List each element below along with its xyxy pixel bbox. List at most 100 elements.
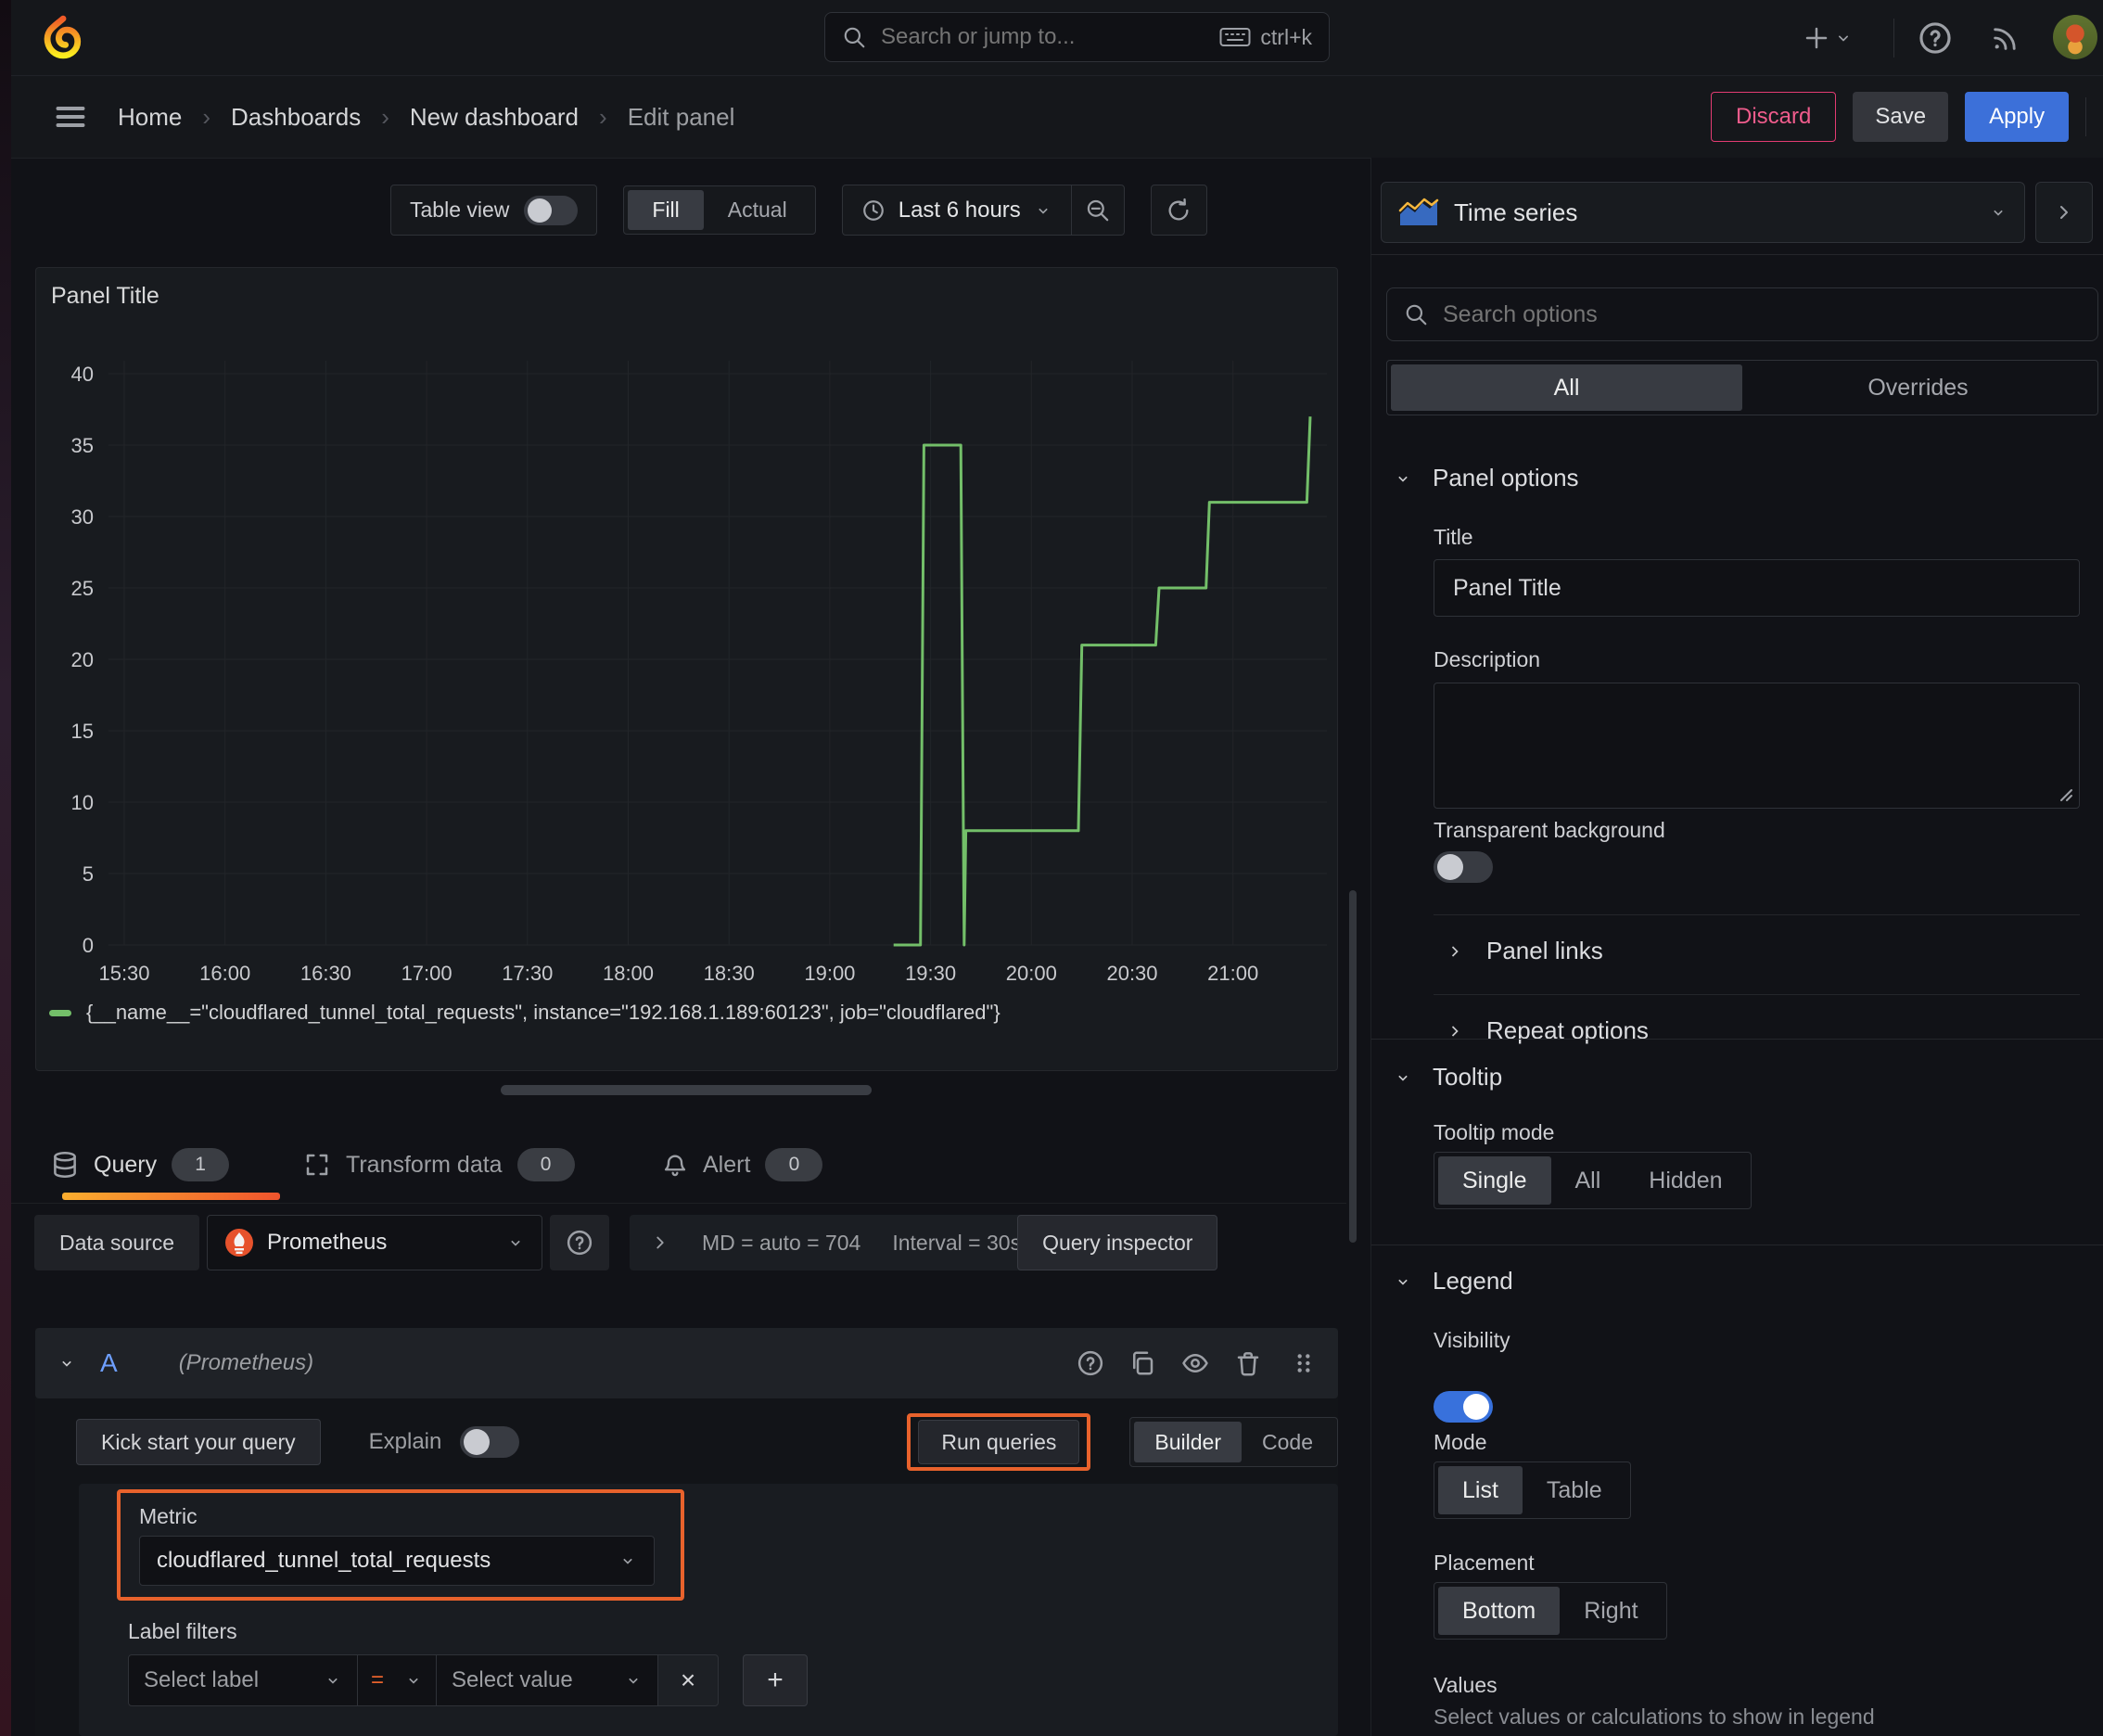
query-row-header[interactable]: A (Prometheus) [35, 1328, 1338, 1398]
actual-option[interactable]: Actual [704, 190, 811, 230]
delete-query-icon[interactable] [1234, 1349, 1262, 1377]
placement-switch: Bottom Right [1434, 1582, 1667, 1640]
tooltip-mode-hidden[interactable]: Hidden [1625, 1156, 1746, 1205]
section-panel-links[interactable]: Panel links [1446, 937, 1603, 965]
toggle-visibility-icon[interactable] [1180, 1349, 1210, 1377]
remove-filter-button[interactable]: × [657, 1654, 719, 1706]
legend-series-label[interactable]: {__name__="cloudflared_tunnel_total_requ… [86, 1001, 1001, 1025]
query-editor-card: A (Prometheus) Kick start your query Exp… [35, 1328, 1338, 1736]
pane-resizer-handle[interactable] [501, 1085, 872, 1095]
breadcrumb-new-dashboard[interactable]: New dashboard [410, 103, 579, 132]
discard-button[interactable]: Discard [1711, 92, 1837, 142]
viz-picker-value: Time series [1454, 198, 1578, 226]
kick-start-button[interactable]: Kick start your query [76, 1419, 321, 1465]
code-option[interactable]: Code [1242, 1422, 1333, 1462]
tab-all[interactable]: All [1391, 364, 1742, 411]
add-filter-button[interactable]: + [743, 1654, 808, 1706]
options-search[interactable] [1386, 287, 2098, 341]
query-help-icon[interactable] [1077, 1349, 1104, 1377]
global-search[interactable]: ctrl+k [824, 12, 1330, 62]
legend-mode-table[interactable]: Table [1523, 1466, 1626, 1514]
section-divider [1371, 1039, 2103, 1040]
help-icon[interactable] [1918, 20, 1953, 56]
annotation-box-run-queries: Run queries [907, 1413, 1091, 1471]
builder-code-switch: Builder Code [1129, 1417, 1338, 1467]
select-label-dropdown[interactable]: Select label [128, 1654, 358, 1706]
time-range-picker[interactable]: Last 6 hours [843, 185, 1071, 235]
options-search-input[interactable] [1441, 300, 2081, 329]
query-inspector-button[interactable]: Query inspector [1017, 1215, 1218, 1270]
placement-bottom[interactable]: Bottom [1438, 1587, 1561, 1635]
panel-preview[interactable]: Panel Title 0 5 10 15 20 25 30 35 40 15:30 16:00 16… [35, 267, 1338, 1071]
scrollbar-thumb[interactable] [1349, 890, 1357, 1243]
transparent-bg-toggle[interactable] [1434, 851, 1493, 883]
section-repeat-options[interactable]: Repeat options [1446, 1016, 1649, 1045]
options-pane: Time series All Overrides Panel options … [1370, 158, 2103, 1736]
query-ref-id[interactable]: A [100, 1348, 118, 1378]
subsection-divider [1434, 994, 2080, 995]
toggle-pane-button[interactable] [2035, 182, 2093, 243]
tooltip-title: Tooltip [1433, 1063, 1503, 1091]
tab-overrides[interactable]: Overrides [1742, 364, 2094, 411]
expand-stats-icon[interactable] [650, 1232, 670, 1253]
save-button[interactable]: Save [1853, 92, 1949, 142]
time-range-group: Last 6 hours [841, 185, 1125, 236]
add-menu-button[interactable] [1803, 20, 1853, 56]
tab-query[interactable]: Query 1 [51, 1133, 230, 1196]
tooltip-mode-all[interactable]: All [1551, 1156, 1625, 1205]
svg-text:15:30: 15:30 [98, 962, 149, 985]
builder-option[interactable]: Builder [1134, 1422, 1243, 1462]
section-tooltip[interactable]: Tooltip [1394, 1063, 1502, 1091]
operator-dropdown[interactable]: = [357, 1654, 437, 1706]
tab-alert-label: Alert [703, 1151, 751, 1178]
editor-tabs: Query 1 Transform data 0 Alert 0 [11, 1133, 1346, 1204]
tooltip-mode-single[interactable]: Single [1438, 1156, 1551, 1205]
select-value-dropdown[interactable]: Select value [436, 1654, 658, 1706]
section-panel-options[interactable]: Panel options [1394, 464, 1579, 492]
fill-option[interactable]: Fill [628, 190, 704, 230]
metric-select[interactable]: cloudflared_tunnel_total_requests [139, 1536, 655, 1586]
description-textarea[interactable] [1434, 683, 2080, 809]
placement-right[interactable]: Right [1560, 1587, 1662, 1635]
active-tab-underline [62, 1193, 280, 1200]
datasource-picker[interactable]: Prometheus [207, 1215, 542, 1270]
grafana-logo[interactable] [39, 13, 85, 61]
duplicate-query-icon[interactable] [1128, 1349, 1156, 1377]
tab-alert[interactable]: Alert 0 [662, 1133, 823, 1196]
news-icon[interactable] [1990, 22, 2021, 54]
panel-title-input[interactable] [1434, 559, 2080, 617]
svg-text:5: 5 [83, 862, 94, 886]
breadcrumb-dashboards[interactable]: Dashboards [231, 103, 361, 132]
svg-text:30: 30 [71, 505, 94, 529]
resize-grip-icon [2058, 787, 2073, 802]
zoom-out-button[interactable] [1072, 185, 1124, 235]
legend-mode-list[interactable]: List [1438, 1466, 1523, 1514]
table-view-toggle[interactable] [524, 195, 579, 225]
panel-links-title: Panel links [1486, 937, 1603, 964]
tab-transform[interactable]: Transform data 0 [303, 1133, 575, 1196]
visibility-toggle[interactable] [1434, 1391, 1493, 1423]
datasource-help-button[interactable] [550, 1215, 609, 1270]
datasource-label-text: Data source [58, 1230, 174, 1255]
global-search-input[interactable] [879, 23, 1220, 51]
section-legend[interactable]: Legend [1394, 1267, 1513, 1296]
drag-handle-icon[interactable] [1292, 1349, 1316, 1377]
table-view-control[interactable]: Table view [390, 185, 598, 236]
svg-text:18:00: 18:00 [603, 962, 654, 985]
metric-label: Metric [139, 1504, 198, 1528]
svg-text:20:30: 20:30 [1106, 962, 1157, 985]
run-queries-button[interactable]: Run queries [918, 1420, 1080, 1464]
chart-legend[interactable]: {__name__="cloudflared_tunnel_total_requ… [49, 1001, 1001, 1025]
breadcrumb-home[interactable]: Home [118, 103, 182, 132]
time-series-chart[interactable]: 0 5 10 15 20 25 30 35 40 15:30 16:00 16:30 17:00 17:3… [36, 268, 1337, 1001]
refresh-button[interactable] [1150, 185, 1207, 236]
explain-toggle[interactable] [460, 1426, 520, 1458]
apply-button[interactable]: Apply [1965, 92, 2070, 142]
values-hint: Select values or calculations to show in… [1434, 1704, 1875, 1729]
avatar[interactable] [2053, 15, 2097, 59]
viz-picker[interactable]: Time series [1381, 182, 2025, 243]
menu-icon[interactable] [52, 100, 89, 134]
chevron-right-icon [1451, 1025, 1459, 1037]
query-toolbar: Kick start your query Explain Run querie… [76, 1410, 1338, 1474]
collapse-query-icon[interactable] [57, 1354, 76, 1372]
